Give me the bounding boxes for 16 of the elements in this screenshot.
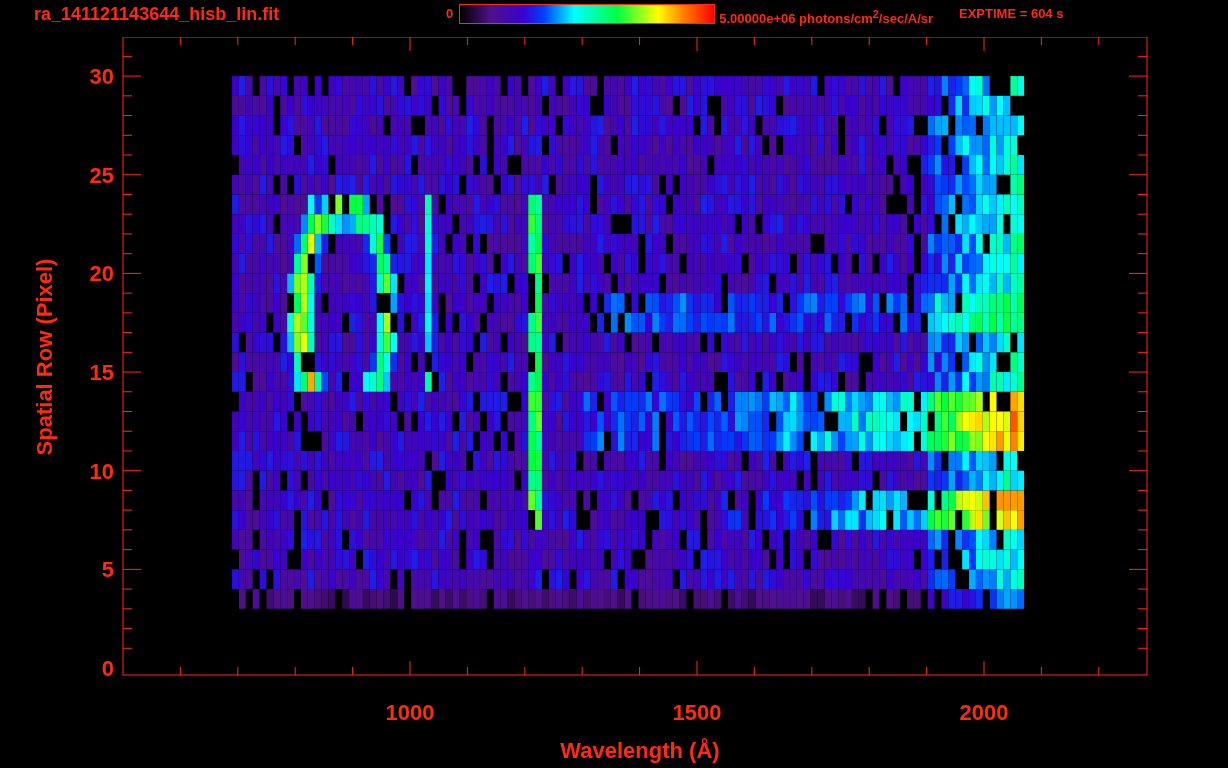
y-tick-label: 5 bbox=[101, 557, 114, 583]
colorbar-min-label: 0 bbox=[446, 5, 454, 23]
x-axis-title: Wavelength (Å) bbox=[560, 738, 720, 763]
x-tick-label: 1500 bbox=[672, 700, 722, 725]
y-tick-label: 30 bbox=[89, 64, 114, 90]
file-title: ra_141121143644_hisb_lin.fit bbox=[34, 4, 281, 24]
colorbar-max-label: 5.00000e+06 photons/cm$^{2}$/sec/A/sr bbox=[719, 7, 934, 29]
y-tick-label: 10 bbox=[89, 458, 114, 484]
x-tick-label: 2000 bbox=[959, 700, 1009, 725]
y-tick-label: 15 bbox=[89, 360, 114, 386]
y-axis-title: Spatial Row (Pixel) bbox=[32, 258, 57, 456]
y-tick-label: 25 bbox=[89, 162, 114, 188]
y-tick-label: 0 bbox=[101, 656, 114, 681]
exposure-time: EXPTIME = 604 s bbox=[959, 5, 1064, 23]
x-tick-label: 1000 bbox=[385, 700, 435, 725]
y-tick-label: 20 bbox=[89, 261, 114, 287]
